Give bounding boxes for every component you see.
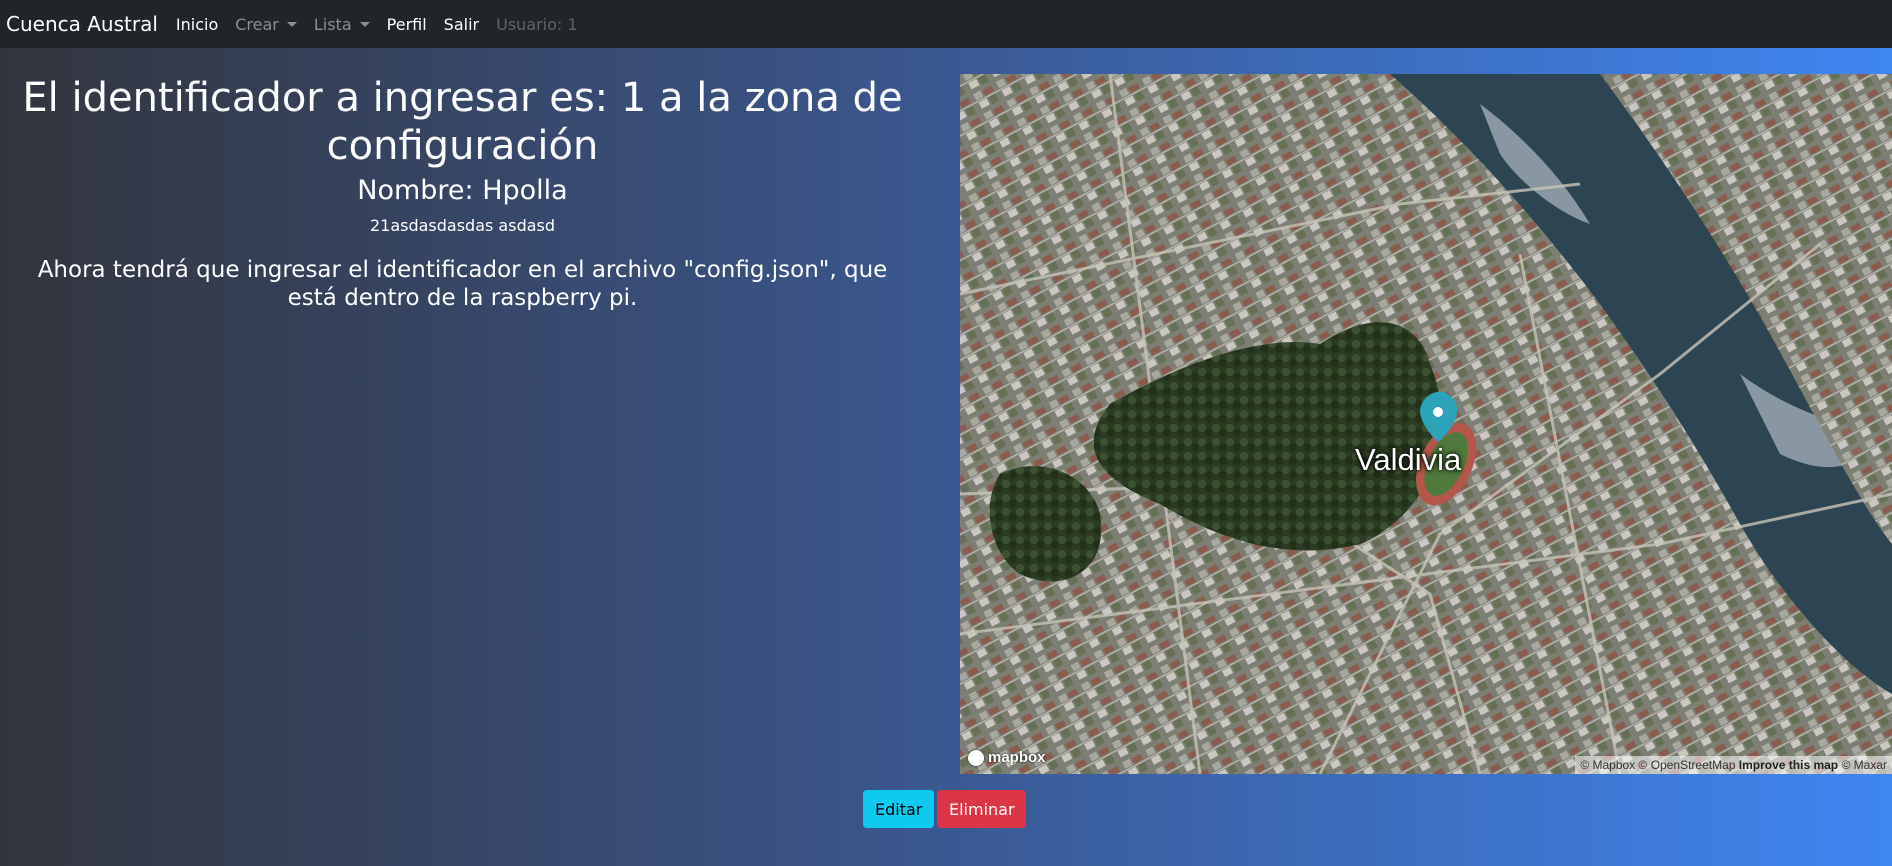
map-place-label: Valdivia [1355, 442, 1462, 477]
mapbox-logo[interactable]: mapbox [968, 749, 1046, 766]
mapbox-logo-icon [968, 749, 984, 766]
improve-map-link[interactable]: Improve this map [1739, 758, 1838, 772]
map-attribution: © Mapbox © OpenStreetMap Improve this ma… [1575, 756, 1892, 774]
zone-info: El identificador a ingresar es: 1 a la z… [0, 74, 925, 312]
nav-inicio-label: Inicio [175, 14, 219, 34]
nav-lista-dropdown[interactable]: Lista [314, 15, 370, 34]
caret-down-icon [359, 21, 370, 27]
nav-perfil-label: Perfil [386, 14, 427, 34]
attribution-osm-link[interactable]: © OpenStreetMap [1639, 758, 1736, 772]
map-view[interactable]: Valdivia mapbox © Mapbox © OpenStreetMap… [960, 74, 1892, 774]
navbar: Cuenca Austral Inicio Crear Lista Perfil… [0, 0, 1892, 48]
brand-link[interactable]: Cuenca Austral [6, 12, 158, 36]
satellite-map-image [960, 74, 1892, 774]
nav-lista-label: Lista [313, 14, 352, 34]
attribution-mapbox-link[interactable]: © Mapbox [1580, 758, 1635, 772]
delete-button[interactable]: Eliminar [937, 790, 1026, 828]
page-title: El identificador a ingresar es: 1 a la z… [22, 75, 903, 169]
mapbox-logo-text: mapbox [988, 749, 1046, 766]
nav-inicio[interactable]: Inicio [176, 15, 218, 34]
caret-down-icon [286, 21, 297, 27]
instructions-text: Ahora tendrá que ingresar el identificad… [37, 257, 888, 311]
nav-salir-label: Salir [443, 14, 480, 34]
zone-name: Nombre: Hpolla [357, 175, 568, 206]
nav-crear-label: Crear [235, 14, 279, 34]
nav-user-indicator: Usuario: 1 [496, 14, 578, 34]
edit-button[interactable]: Editar [863, 790, 934, 828]
attribution-maxar-link[interactable]: © Maxar [1841, 758, 1887, 772]
zone-description: 21asdasdasdas asdasd [369, 216, 556, 235]
nav-salir[interactable]: Salir [444, 15, 479, 34]
nav-crear-dropdown[interactable]: Crear [235, 15, 297, 34]
nav-perfil[interactable]: Perfil [387, 15, 427, 34]
